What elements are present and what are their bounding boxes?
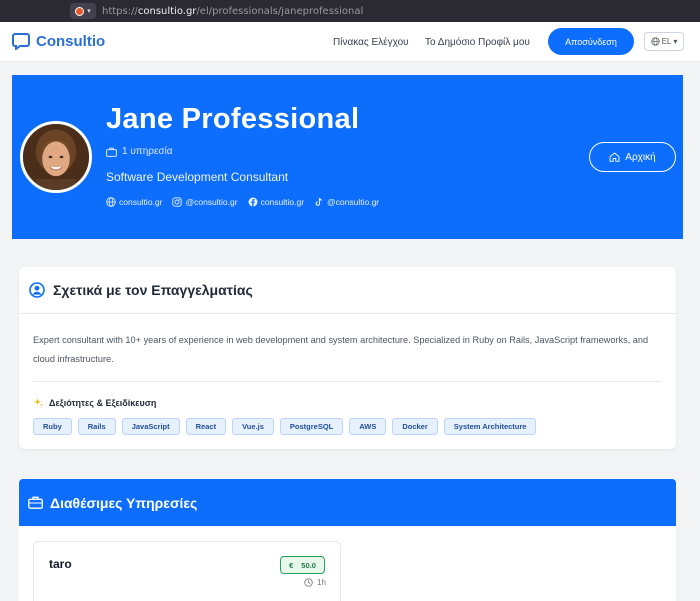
url-path: /el/professionals/janeprofessional (196, 5, 364, 17)
site-info-button[interactable]: ▾ (70, 3, 96, 19)
service-duration: 1h (304, 578, 326, 587)
currency-symbol: € (289, 560, 294, 570)
home-button[interactable]: Αρχική (589, 142, 676, 172)
site-header: Consultio Πίνακας Ελέγχου Το Δημόσιο Προ… (0, 22, 700, 62)
service-name: taro (49, 557, 72, 571)
briefcase-icon (28, 496, 43, 509)
chat-bubble-icon (12, 33, 30, 50)
social-label: consultio.gr (119, 197, 163, 207)
user-circle-icon (29, 282, 45, 298)
nav-link-public-profile[interactable]: Το Δημόσιο Προφίλ μου (425, 37, 530, 48)
skill-badge: Rails (77, 418, 116, 435)
services-header: Διαθέσιμες Υπηρεσίες (19, 479, 676, 526)
globe-icon (650, 37, 660, 46)
profile-title: Software Development Consultant (106, 170, 289, 184)
instagram-icon (172, 197, 183, 207)
url-host: consultio.gr (137, 5, 197, 17)
services-count-label: 1 υπηρεσία (122, 146, 173, 157)
skills-list: Ruby Rails JavaScript React Vue.js Postg… (33, 418, 537, 435)
divider (33, 381, 661, 382)
site-identity-icon (75, 6, 85, 16)
skill-badge: System Architecture (443, 418, 537, 435)
social-label: consultio.gr (260, 197, 305, 207)
brand-name: Consultio (36, 32, 106, 50)
logout-button[interactable]: Αποσύνδεση (548, 28, 634, 55)
social-link-instagram[interactable]: @consultio.gr (172, 197, 238, 207)
social-label: @consultio.gr (327, 197, 380, 207)
profile-name: Jane Professional (106, 103, 360, 135)
duration-value: 1h (317, 578, 326, 587)
brand-logo[interactable]: Consultio (12, 32, 105, 50)
skill-badge: AWS (349, 418, 387, 435)
skills-heading-label: Δεξιότητες & Εξειδίκευση (49, 397, 157, 408)
globe-icon (106, 197, 116, 207)
about-card: Σχετικά με τον Επαγγελματίας Expert cons… (19, 267, 676, 449)
price-badge: € 50.0 (280, 556, 325, 574)
avatar (20, 121, 92, 193)
services-heading: Διαθέσιμες Υπηρεσίες (50, 494, 198, 511)
nav-link-dashboard[interactable]: Πίνακας Ελέγχου (333, 37, 409, 48)
facebook-icon (248, 197, 258, 207)
home-icon (609, 152, 620, 162)
sparkles-icon (34, 398, 43, 407)
social-link-tiktok[interactable]: @consultio.gr (314, 197, 379, 207)
tiktok-icon (315, 197, 323, 206)
skill-badge: Docker (392, 418, 438, 435)
chevron-down-icon: ▾ (87, 8, 91, 15)
address-field[interactable]: https://consultio.gr/el/professionals/ja… (102, 6, 363, 17)
skill-badge: PostgreSQL (279, 418, 344, 435)
language-selector[interactable]: EL ▾ (644, 32, 684, 51)
service-card[interactable]: taro € 50.0 1h (33, 541, 341, 601)
about-heading: Σχετικά με τον Επαγγελματίας (53, 282, 253, 298)
clock-icon (304, 578, 313, 587)
about-text: Expert consultant with 10+ years of expe… (33, 335, 649, 364)
briefcase-icon (106, 147, 117, 157)
social-link-website[interactable]: consultio.gr (106, 197, 162, 207)
about-header: Σχετικά με τον Επαγγελματίας (19, 267, 676, 314)
social-link-facebook[interactable]: consultio.gr (248, 197, 304, 207)
profile-hero: Jane Professional 1 υπηρεσία Software De… (12, 75, 683, 239)
url-scheme: https:// (102, 5, 138, 17)
price-value: 50.0 (301, 560, 316, 570)
home-button-label: Αρχική (625, 151, 656, 163)
skill-badge: JavaScript (121, 418, 180, 435)
social-links: consultio.gr @consultio.gr consultio.gr … (106, 197, 379, 207)
skill-badge: Vue.js (232, 418, 274, 435)
browser-url-bar: ▾ https://consultio.gr/el/professionals/… (0, 0, 700, 22)
services-count: 1 υπηρεσία (106, 146, 173, 157)
social-label: @consultio.gr (185, 197, 238, 207)
skill-badge: React (185, 418, 227, 435)
caret-down-icon: ▾ (673, 37, 678, 46)
language-code: EL (661, 37, 672, 46)
skills-heading: Δεξιότητες & Εξειδίκευση (33, 397, 156, 408)
skill-badge: Ruby (33, 418, 72, 435)
